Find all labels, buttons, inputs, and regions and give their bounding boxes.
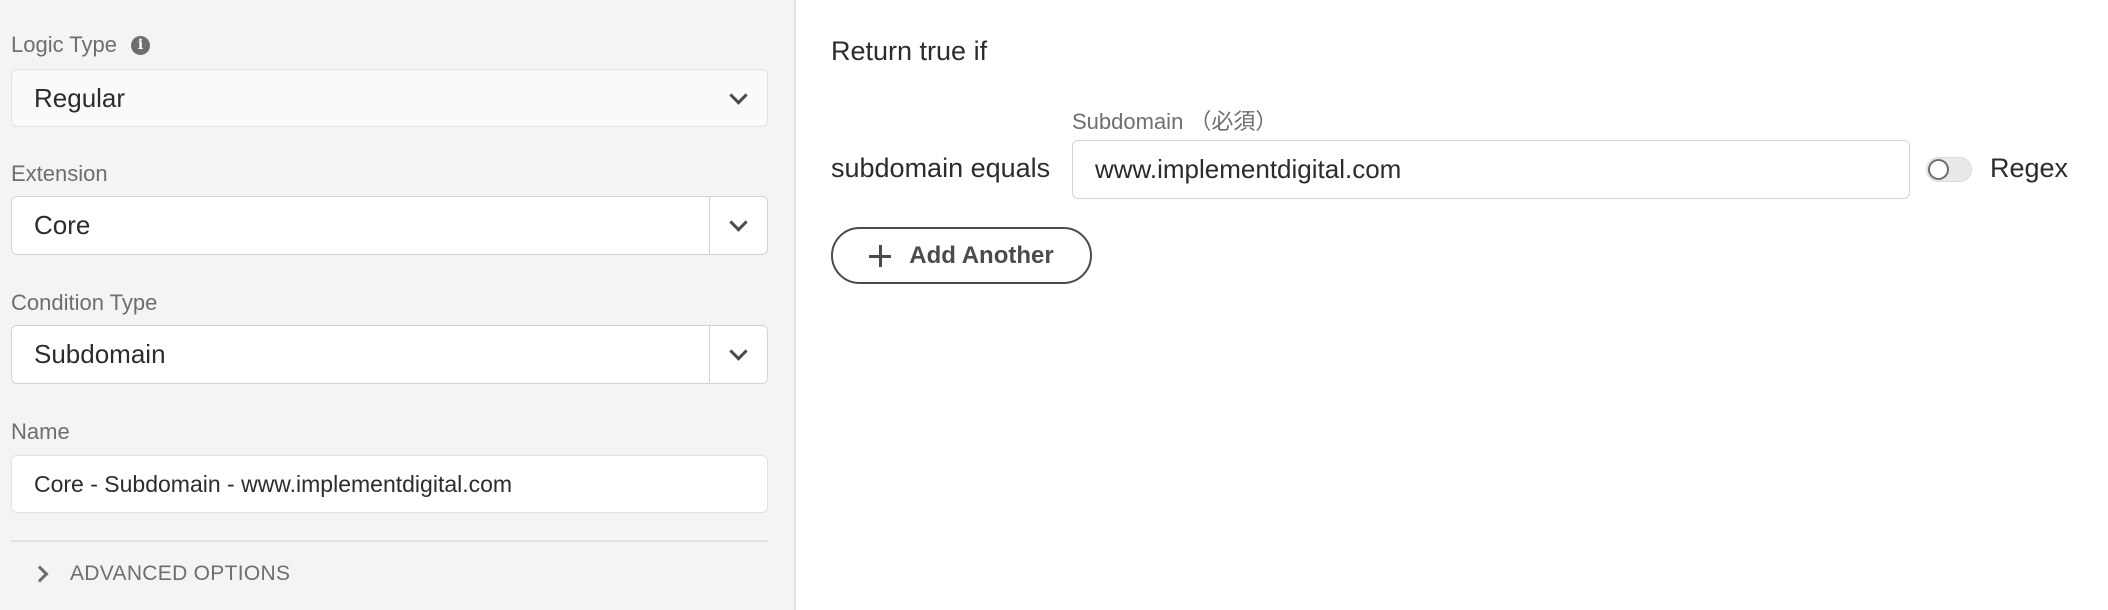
- logic-type-value: Regular: [34, 82, 126, 113]
- advanced-options-label: ADVANCED OPTIONS: [70, 562, 291, 585]
- condition-operator-label: subdomain equals: [831, 153, 1051, 183]
- extension-label: Extension: [11, 161, 108, 187]
- toggle-knob: [1928, 159, 1949, 180]
- logic-type-label: Logic Type i: [11, 32, 151, 58]
- condition-type-dropdown-button[interactable]: [709, 326, 767, 383]
- extension-combobox[interactable]: Core: [11, 196, 768, 255]
- logic-type-dropdown[interactable]: Regular: [11, 69, 768, 127]
- chevron-down-icon: [729, 85, 748, 105]
- extension-input[interactable]: Core: [12, 197, 709, 254]
- condition-type-combobox[interactable]: Subdomain: [11, 325, 768, 384]
- chevron-right-icon: [31, 565, 49, 583]
- name-label-text: Name: [11, 419, 70, 444]
- condition-editor: Return true if Subdomain （必須） subdomain …: [798, 0, 2108, 610]
- divider: [11, 540, 768, 542]
- advanced-options-toggle[interactable]: ADVANCED OPTIONS: [31, 562, 291, 586]
- condition-type-label: Condition Type: [11, 290, 157, 316]
- add-another-label: Add Another: [909, 241, 1054, 269]
- extension-label-text: Extension: [11, 161, 108, 186]
- plus-icon: [869, 244, 892, 267]
- chevron-down-icon: [729, 213, 748, 232]
- condition-type-label-text: Condition Type: [11, 290, 158, 315]
- name-label: Name: [11, 419, 70, 445]
- condition-type-input[interactable]: Subdomain: [12, 326, 709, 383]
- subdomain-field-label: Subdomain （必須）: [1072, 109, 1278, 134]
- info-icon[interactable]: i: [131, 35, 151, 55]
- chevron-down-icon: [729, 342, 748, 361]
- extension-dropdown-button[interactable]: [709, 197, 767, 254]
- logic-type-label-text: Logic Type: [11, 32, 118, 57]
- sidebar-panel: Logic Type i Regular Extension Core Cond…: [0, 0, 796, 610]
- regex-toggle[interactable]: [1926, 157, 1972, 182]
- add-another-button[interactable]: Add Another: [831, 227, 1092, 284]
- subdomain-input[interactable]: www.implementdigital.com: [1072, 140, 1910, 199]
- regex-label: Regex: [1990, 153, 2069, 183]
- name-input[interactable]: Core - Subdomain - www.implementdigital.…: [11, 455, 768, 513]
- return-heading: Return true if: [831, 36, 988, 66]
